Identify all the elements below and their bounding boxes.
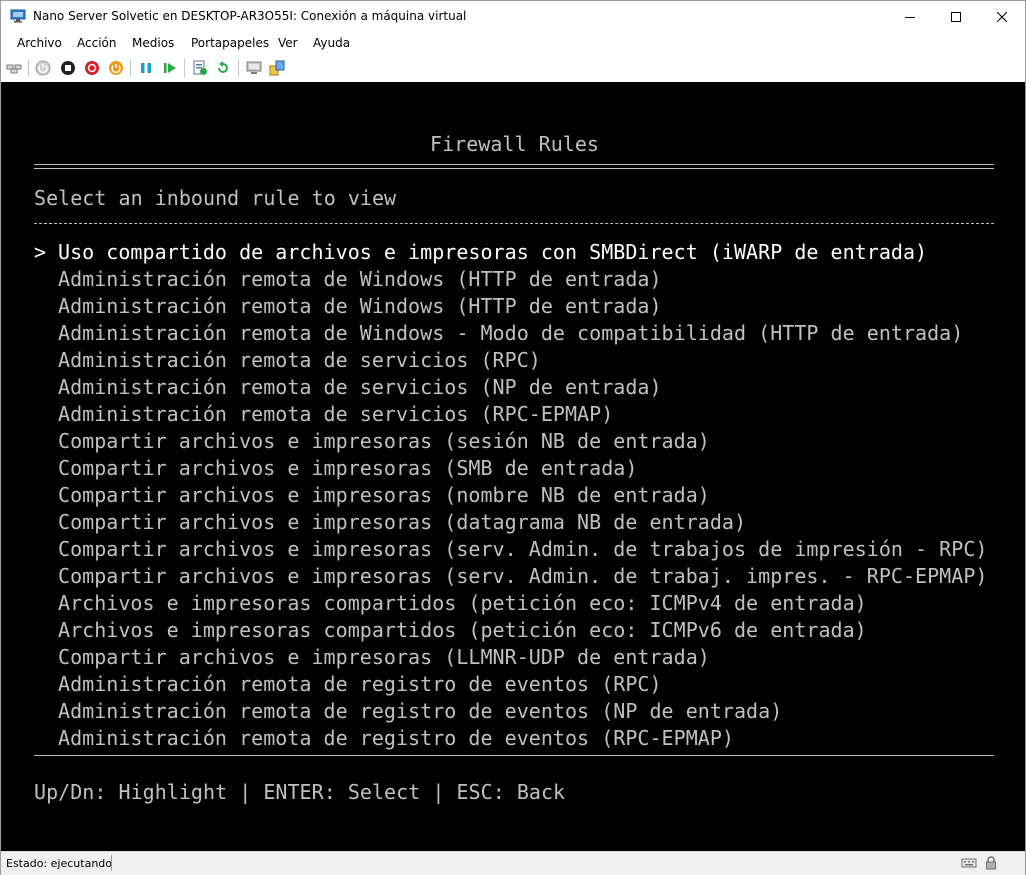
pause-icon xyxy=(141,63,151,73)
rule-item[interactable]: Archivos e impresoras compartidos (petic… xyxy=(58,592,867,614)
menu-archivo[interactable]: Archivo xyxy=(17,36,62,50)
menu-ver[interactable]: Ver xyxy=(278,36,298,50)
menu-ayuda[interactable]: Ayuda xyxy=(313,36,350,50)
rule-item[interactable]: Compartir archivos e impresoras (nombre … xyxy=(58,484,710,506)
revert-button[interactable] xyxy=(215,60,231,76)
rule-item[interactable]: Administración remota de servicios (NP d… xyxy=(58,376,662,398)
turn-off-icon xyxy=(61,61,75,75)
rule-item[interactable]: Administración remota de Windows (HTTP d… xyxy=(58,295,662,317)
title-bar[interactable]: Nano Server Solvetic en DESKTOP-AR3O55I:… xyxy=(1,1,1025,32)
vm-connection-window: Nano Server Solvetic en DESKTOP-AR3O55I:… xyxy=(0,0,1026,875)
dashed-rule xyxy=(34,223,994,224)
key-hints-footer: Up/Dn: Highlight | ENTER: Select | ESC: … xyxy=(34,780,566,804)
toolbar xyxy=(1,54,1025,82)
selected-marker: > xyxy=(34,240,47,264)
maximize-icon xyxy=(951,11,961,22)
window-title: Nano Server Solvetic en DESKTOP-AR3O55I:… xyxy=(33,9,467,23)
shut-down-icon xyxy=(85,61,99,75)
rule-item[interactable]: Administración remota de registro de eve… xyxy=(58,727,734,749)
share-button[interactable] xyxy=(269,60,285,76)
close-button[interactable] xyxy=(979,1,1025,32)
start-icon xyxy=(35,60,51,76)
rule-item[interactable]: Compartir archivos e impresoras (sesión … xyxy=(58,430,710,452)
minimize-button[interactable] xyxy=(887,1,933,32)
rule-item[interactable]: Compartir archivos e impresoras (serv. A… xyxy=(58,538,987,560)
rule-item-selected[interactable]: Uso compartido de archivos e impresoras … xyxy=(58,241,927,263)
rule-item[interactable]: Administración remota de registro de eve… xyxy=(58,700,782,722)
shut-down-button[interactable] xyxy=(84,60,100,76)
rule-item[interactable]: Compartir archivos e impresoras (datagra… xyxy=(58,511,746,533)
bottom-rule xyxy=(34,755,994,756)
rule-item[interactable]: Compartir archivos e impresoras (serv. A… xyxy=(58,565,987,587)
menu-portapapeles[interactable]: Portapapeles xyxy=(191,36,269,50)
maximize-button[interactable] xyxy=(933,1,979,32)
rule-item[interactable]: Administración remota de servicios (RPC-… xyxy=(58,403,613,425)
screen-heading: Firewall Rules xyxy=(430,132,599,156)
vm-console-screen[interactable]: Firewall Rules Select an inbound rule to… xyxy=(1,82,1025,851)
keyboard-icon xyxy=(961,858,977,868)
power-button[interactable] xyxy=(108,60,124,76)
rule-item[interactable]: Compartir archivos e impresoras (SMB de … xyxy=(58,457,637,479)
rule-item[interactable]: Administración remota de servicios (RPC) xyxy=(58,349,541,371)
status-text: Estado: ejecutando xyxy=(6,857,112,870)
double-rule-top xyxy=(34,164,994,165)
ctrl-alt-del-button[interactable] xyxy=(6,60,22,76)
rule-item[interactable]: Administración remota de Windows (HTTP d… xyxy=(58,268,662,290)
resume-button[interactable] xyxy=(162,60,178,76)
turn-off-button[interactable] xyxy=(60,60,76,76)
double-rule-bottom xyxy=(34,168,994,169)
power-icon xyxy=(109,61,123,75)
rule-item[interactable]: Compartir archivos e impresoras (LLMNR-U… xyxy=(58,646,710,668)
rule-item[interactable]: Administración remota de registro de eve… xyxy=(58,673,662,695)
share-icon xyxy=(269,60,285,76)
menu-accion[interactable]: Acción xyxy=(77,36,116,50)
menu-medios[interactable]: Medios xyxy=(132,36,174,50)
rule-item[interactable]: Administración remota de Windows - Modo … xyxy=(58,322,963,344)
minimize-icon xyxy=(905,16,915,18)
checkpoint-button[interactable] xyxy=(192,60,208,76)
menu-bar: Archivo Acción Medios Portapapeles Ver A… xyxy=(1,32,1025,54)
rule-item[interactable]: Archivos e impresoras compartidos (petic… xyxy=(58,619,867,641)
screen-subheading: Select an inbound rule to view xyxy=(34,186,397,210)
pause-button[interactable] xyxy=(138,60,154,76)
lock-icon xyxy=(986,856,996,870)
checkpoint-icon xyxy=(193,60,207,75)
status-divider xyxy=(111,855,112,871)
revert-icon xyxy=(218,61,228,73)
enhanced-session-icon xyxy=(246,61,262,74)
resume-icon xyxy=(164,63,176,73)
vm-connection-icon xyxy=(10,9,26,23)
start-button[interactable] xyxy=(35,60,51,76)
close-icon xyxy=(997,11,1007,22)
status-bar: Estado: ejecutando xyxy=(1,851,1025,875)
enhanced-session-button[interactable] xyxy=(246,60,262,76)
ctrl-alt-del-icon xyxy=(6,64,22,74)
